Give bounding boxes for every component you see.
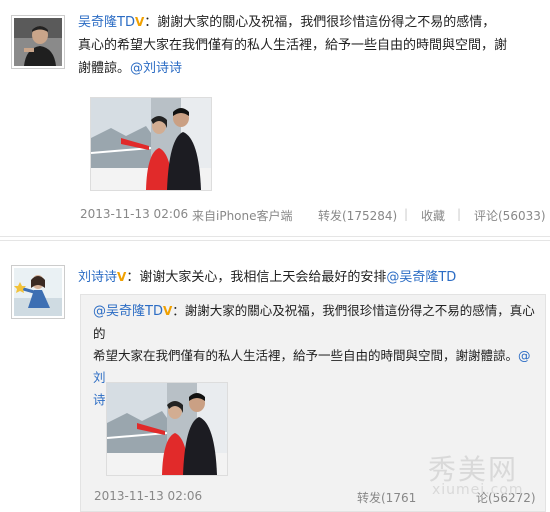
author-name[interactable]: 刘诗诗	[78, 270, 117, 285]
favorite-button[interactable]: 收藏	[421, 207, 445, 224]
post-text: ：谢谢大家关心，我相信上天会给最好的安排	[126, 270, 387, 285]
author-avatar[interactable]	[11, 15, 65, 69]
mention-link[interactable]: @吴奇隆TD	[386, 270, 456, 285]
post-divider	[0, 236, 550, 237]
mention-link[interactable]: @刘诗诗	[130, 61, 182, 76]
comment-button[interactable]: 评论(56033)	[474, 207, 546, 224]
couple-photo-image	[91, 98, 211, 190]
author-name[interactable]: 吴奇隆TD	[78, 15, 135, 30]
quoted-text-line2: 希望大家在我們僅有的私人生活裡，給予一些自由的時間與空間，謝謝體諒。	[93, 348, 519, 363]
post-text-line2: 真心的希望大家在我們僅有的私人生活裡，給予一些自由的時間與空間，謝	[78, 38, 508, 53]
avatar-image	[14, 18, 62, 66]
verified-icon: V	[117, 270, 127, 284]
post-divider	[0, 240, 550, 241]
verified-icon: V	[134, 15, 145, 29]
post-text-line3: 謝體諒。	[78, 61, 131, 76]
avatar-image	[14, 268, 62, 316]
couple-photo-image	[107, 383, 227, 475]
post-source[interactable]: 来自iPhone客户端	[192, 207, 293, 224]
post-meta: 2013-11-13 02:06 来自iPhone客户端 转发(175284) …	[80, 207, 546, 223]
quoted-post-photo[interactable]	[106, 382, 228, 476]
author-avatar[interactable]	[11, 265, 65, 319]
quoted-repost-button[interactable]: 转发(1761	[357, 489, 416, 506]
post-body: 吴奇隆TDV：謝謝大家的關心及祝福，我們很珍惜這份得之不易的感情， 真心的希望大…	[78, 11, 546, 80]
verified-icon: V	[162, 304, 173, 318]
post-body: 刘诗诗V：谢谢大家关心，我相信上天会给最好的安排@吴奇隆TD	[78, 266, 546, 289]
post-photo[interactable]	[90, 97, 212, 191]
repost-button[interactable]: 转发(175284)	[318, 207, 397, 224]
site-watermark-url: xiumei.com	[432, 482, 524, 498]
divider: |	[404, 207, 409, 221]
divider: |	[457, 207, 462, 221]
post-text-line1: ：謝謝大家的關心及祝福，我們很珍惜這份得之不易的感情，	[144, 15, 496, 30]
post-timestamp[interactable]: 2013-11-13 02:06	[80, 207, 188, 221]
quoted-author-name[interactable]: @吴奇隆TD	[93, 304, 163, 319]
quoted-post-timestamp[interactable]: 2013-11-13 02:06	[94, 489, 202, 503]
